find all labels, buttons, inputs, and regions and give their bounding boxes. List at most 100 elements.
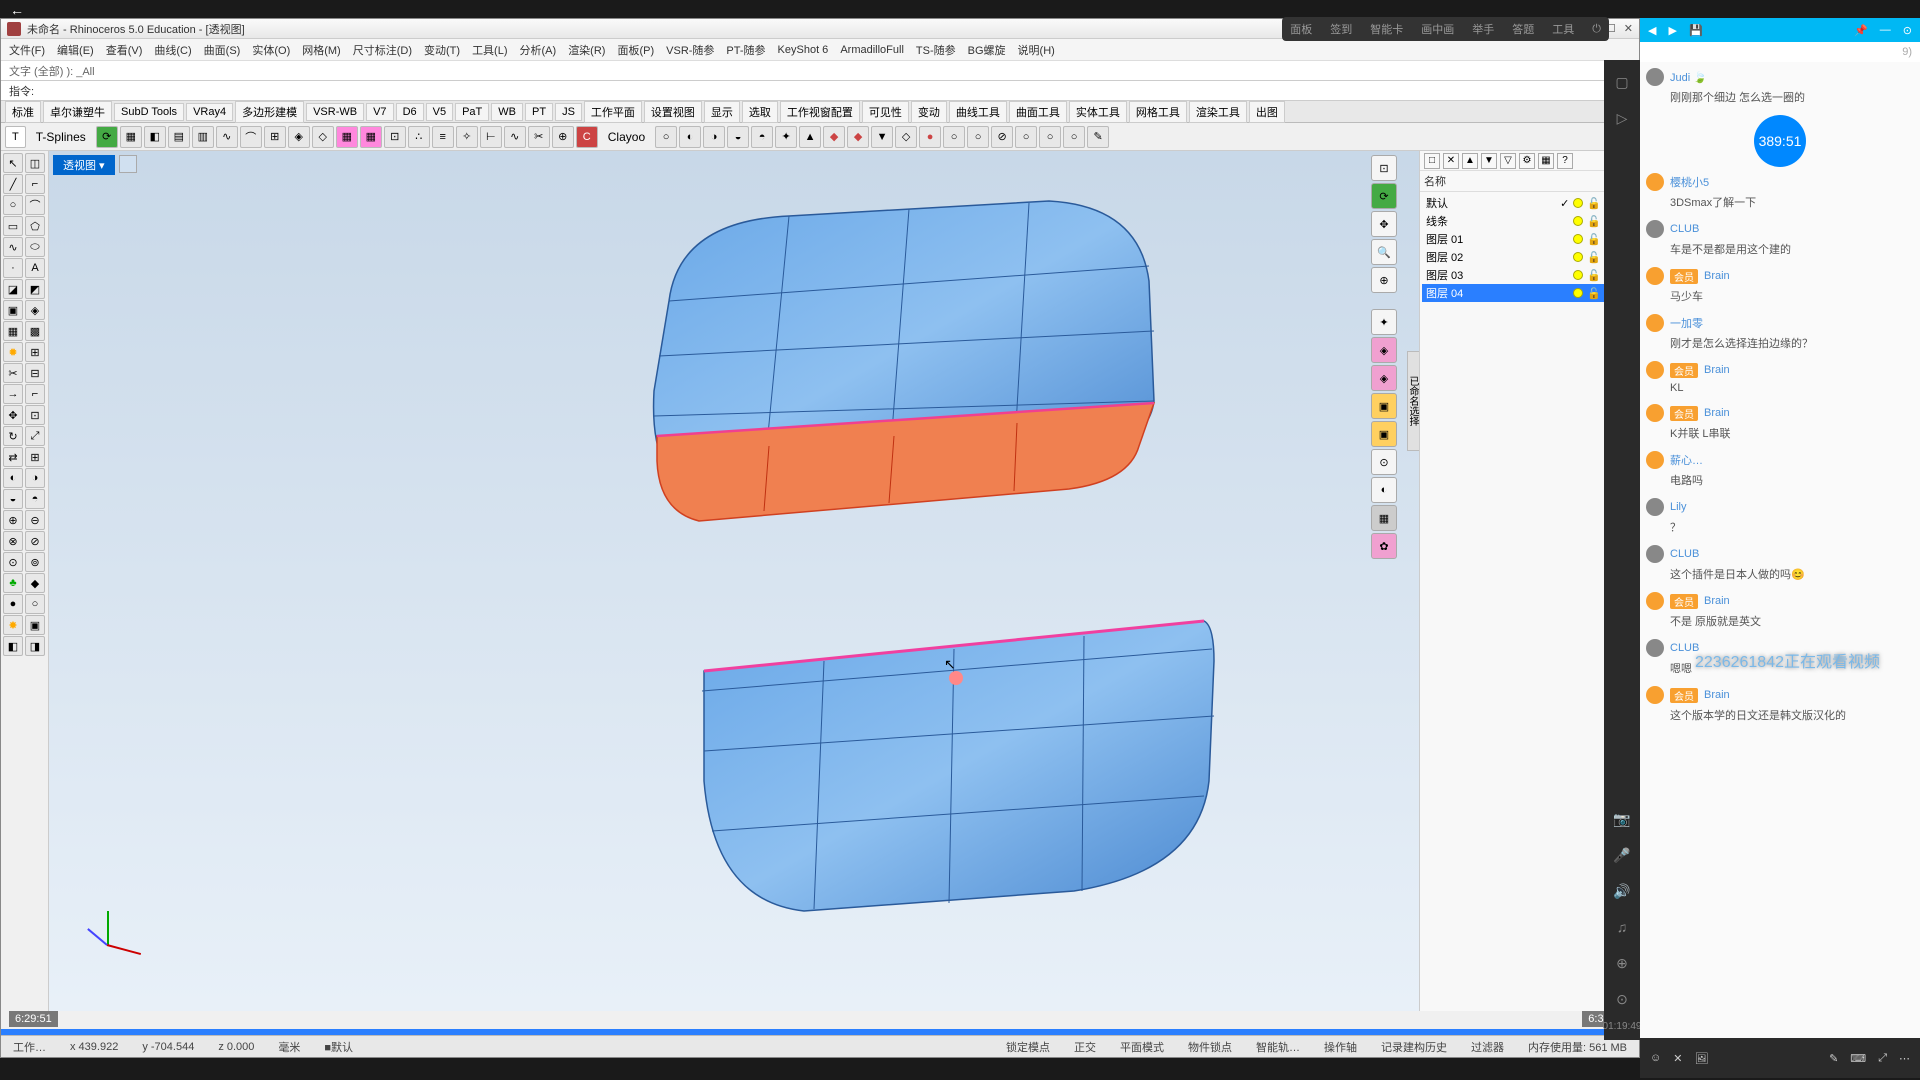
tool-btn-24[interactable]: ◒ [727,126,749,148]
layer-bulb-icon[interactable] [1573,234,1583,244]
lt-t17[interactable]: ◧ [3,636,23,656]
tool-btn-10[interactable]: ◇ [312,126,334,148]
chat-close2-icon[interactable]: ✕ [1673,1052,1682,1065]
rs-cam-icon[interactable]: 📷 [1608,805,1636,833]
tool-btn-18[interactable]: ∿ [504,126,526,148]
tool-btn-27[interactable]: ▲ [799,126,821,148]
lt-t18[interactable]: ◨ [25,636,45,656]
layer-new-icon[interactable]: □ [1424,153,1440,169]
chat-avatar[interactable] [1646,592,1664,610]
nav-t4-icon[interactable]: ▣ [1371,393,1397,419]
chat-avatar[interactable] [1646,267,1664,285]
layer-lock-icon[interactable]: 🔓 [1587,233,1601,246]
close-button[interactable]: ✕ [1624,22,1633,35]
viewport[interactable]: 透视图 ▾ [49,151,1639,1011]
layer-bulb-icon[interactable] [1573,288,1583,298]
menu-panels[interactable]: 面板(P) [613,40,658,60]
chat-kbd-icon[interactable]: ⌨ [1850,1052,1866,1065]
menu-vsr[interactable]: VSR-随参 [662,40,718,60]
tab-surftools[interactable]: 曲面工具 [1009,101,1067,123]
chat-username[interactable]: CLUB [1670,548,1699,560]
layer-lock-icon[interactable]: 🔓 [1587,215,1601,228]
chat-pin-icon[interactable]: 📌 [1854,24,1868,37]
chat-close-icon[interactable]: ⊙ [1903,24,1912,37]
stream-btn-smartcard[interactable]: 智能卡 [1370,21,1403,37]
layer-filter-icon[interactable]: ▽ [1500,153,1516,169]
lt-surf1[interactable]: ◪ [3,279,23,299]
layer-help-icon[interactable]: ? [1557,153,1573,169]
status-ortho[interactable]: 正交 [1070,1039,1100,1055]
nav-t8-icon[interactable]: ✿ [1371,533,1397,559]
lt-lasso[interactable]: ◫ [25,153,45,173]
menu-armadillo[interactable]: ArmadilloFull [836,42,908,58]
chat-avatar[interactable] [1646,686,1664,704]
lt-t11[interactable]: ♣ [3,573,23,593]
menu-tools[interactable]: 工具(L) [468,40,511,60]
tool-btn-6[interactable]: ∿ [216,126,238,148]
tool-btn-9[interactable]: ◈ [288,126,310,148]
viewport-config-icon[interactable] [119,155,137,173]
chat-emoji-icon[interactable]: ☺ [1650,1052,1661,1064]
lt-explode[interactable]: ✹ [3,342,23,362]
chat-expand-icon[interactable]: ⤢ [1878,1052,1887,1065]
lt-t2[interactable]: ◑ [25,468,45,488]
chat-avatar[interactable] [1646,404,1664,422]
tab-rendertools[interactable]: 渲染工具 [1189,101,1247,123]
tool-btn-34[interactable]: ○ [967,126,989,148]
chat-username[interactable]: CLUB [1670,223,1699,235]
tool-btn-7[interactable]: ⌒ [240,126,262,148]
tab-curvetools[interactable]: 曲线工具 [949,101,1007,123]
nav-maximize-icon[interactable]: ⊡ [1371,155,1397,181]
lt-t6[interactable]: ⊖ [25,510,45,530]
status-snap[interactable]: 锁定模点 [1002,1039,1054,1055]
tool-btn-2[interactable]: ▦ [120,126,142,148]
nav-orbit-icon[interactable]: ⊕ [1371,267,1397,293]
tab-vsrwb[interactable]: VSR-WB [306,103,364,121]
menu-solid[interactable]: 实体(O) [248,40,294,60]
tool-btn-29[interactable]: ◆ [847,126,869,148]
lt-mesh1[interactable]: ▦ [3,321,23,341]
lt-t14[interactable]: ○ [25,594,45,614]
layer-color-icon[interactable]: ▦ [1538,153,1554,169]
menu-pt[interactable]: PT-随参 [722,40,769,60]
tool-btn-13[interactable]: ⊡ [384,126,406,148]
chat-username[interactable]: Brain [1704,595,1730,607]
lt-t5[interactable]: ⊕ [3,510,23,530]
layer-bulb-icon[interactable] [1573,252,1583,262]
rs-ppt-icon[interactable]: ▢ [1608,68,1636,96]
chat-username[interactable]: 一加零 [1670,315,1703,331]
tab-layout[interactable]: 工作视窗配置 [780,101,860,123]
power-icon[interactable]: ⏻ [1592,23,1601,36]
nav-t5-icon[interactable]: ▣ [1371,421,1397,447]
chat-nav-back-icon[interactable]: ◀ [1648,24,1656,37]
chat-avatar[interactable] [1646,314,1664,332]
menu-ts[interactable]: TS-随参 [912,40,960,60]
lt-t1[interactable]: ◐ [3,468,23,488]
menu-help[interactable]: 说明(H) [1014,40,1059,60]
layer-lock-icon[interactable]: 🔓 [1587,287,1601,300]
tool-btn-23[interactable]: ◑ [703,126,725,148]
lt-split[interactable]: ⊟ [25,363,45,383]
tab-meshtools[interactable]: 网格工具 [1129,101,1187,123]
tool-btn-28[interactable]: ◆ [823,126,845,148]
chat-avatar[interactable] [1646,639,1664,657]
layer-delete-icon[interactable]: ✕ [1443,153,1459,169]
tab-v5[interactable]: V5 [426,103,453,121]
chat-min-icon[interactable]: — [1880,24,1891,36]
lt-t16[interactable]: ▣ [25,615,45,635]
lt-pointer[interactable]: ↖ [3,153,23,173]
nav-zoom-icon[interactable]: 🔍 [1371,239,1397,265]
chat-avatar[interactable] [1646,451,1664,469]
lt-arc[interactable]: ⌒ [25,195,45,215]
lt-t13[interactable]: ● [3,594,23,614]
nav-t1-icon[interactable]: ✦ [1371,309,1397,335]
stream-btn-pip[interactable]: 画中画 [1421,21,1454,37]
tab-pt[interactable]: PT [525,103,553,121]
lt-solid2[interactable]: ◈ [25,300,45,320]
tool-btn-3[interactable]: ◧ [144,126,166,148]
tab-setview[interactable]: 设置视图 [644,101,702,123]
tool-btn-5[interactable]: ▥ [192,126,214,148]
chat-body[interactable]: Judi 🍃刚刚那个细边 怎么选一圈的389:51 樱桃小53DSmax了解一下… [1640,62,1920,1038]
tool-btn-8[interactable]: ⊞ [264,126,286,148]
lt-surf2[interactable]: ◩ [25,279,45,299]
